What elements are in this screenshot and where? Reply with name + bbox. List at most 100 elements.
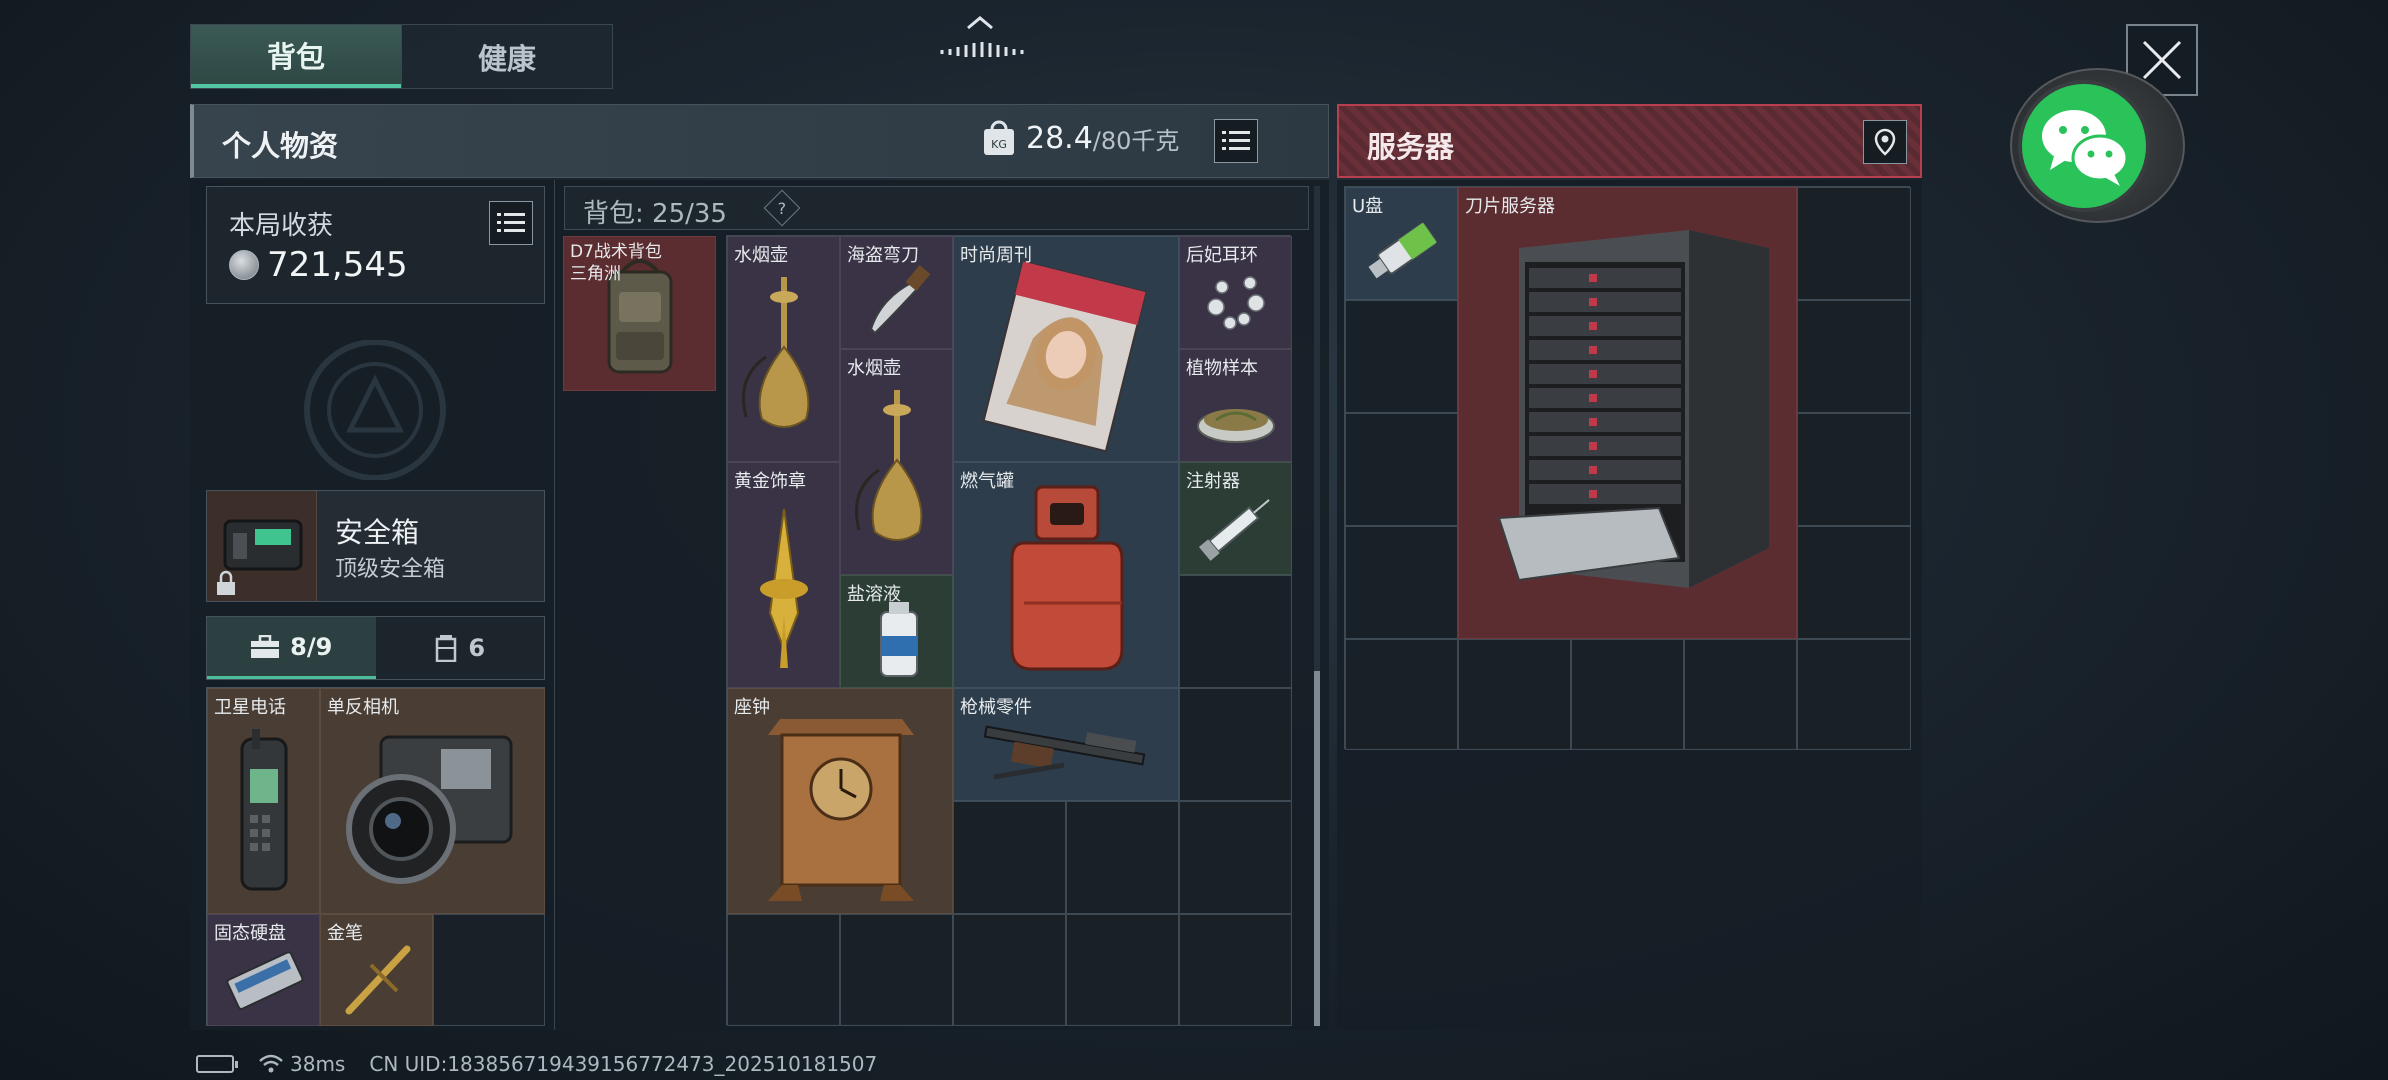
scrollbar-thumb[interactable]: [1314, 671, 1320, 1026]
empty-slot[interactable]: [1571, 639, 1684, 750]
blade-server-icon: [1497, 230, 1769, 588]
empty-slot[interactable]: [1458, 639, 1571, 750]
top-tabs: 背包 健康: [190, 24, 613, 89]
golden-emblem-icon: [760, 508, 808, 668]
hookah-icon: [742, 277, 810, 428]
personal-supplies-title: 个人物资: [222, 129, 339, 163]
item-golden-emblem[interactable]: 黄金饰章: [727, 462, 840, 688]
empty-slot[interactable]: [1345, 300, 1458, 413]
empty-slot[interactable]: [433, 914, 545, 1026]
item-plant-sample[interactable]: 植物样本: [1179, 349, 1292, 462]
server-title: 服务器: [1367, 130, 1455, 164]
item-fashion-magazine[interactable]: 时尚周刊: [953, 236, 1179, 462]
weight-readout: KG 28.4 /80千克: [982, 119, 1179, 157]
wechat-button[interactable]: [2018, 80, 2150, 212]
item-gas-canister[interactable]: 燃气罐: [953, 462, 1179, 688]
pocket-count: 8/9: [290, 632, 333, 661]
empty-slot[interactable]: [1797, 639, 1911, 750]
empty-slot[interactable]: [1797, 413, 1911, 526]
item-gold-pen[interactable]: 金笔: [320, 914, 433, 1026]
wechat-icon: [2042, 110, 2129, 186]
location-pin-icon: [1874, 128, 1896, 156]
empty-slot[interactable]: [1066, 801, 1179, 914]
pocket-grid: 卫星电话 单反相机 固态硬盘 金笔: [206, 687, 545, 1026]
canister-icon: [436, 635, 457, 662]
item-pirate-dagger[interactable]: 海盗弯刀: [840, 236, 953, 349]
empty-slot[interactable]: [1345, 639, 1458, 750]
tab-backpack[interactable]: 背包: [191, 25, 401, 88]
empty-slot[interactable]: [727, 914, 840, 1026]
empty-slot[interactable]: [953, 801, 1066, 914]
loot-list-button[interactable]: [489, 201, 533, 245]
help-icon[interactable]: ?: [763, 189, 801, 227]
empty-slot[interactable]: [1179, 801, 1292, 914]
empty-slot[interactable]: [953, 914, 1066, 1026]
equipped-backpack-slot[interactable]: D7战术背包 三角洲: [563, 236, 716, 391]
satellite-phone-icon: [240, 729, 288, 891]
item-consort-earrings[interactable]: 后妃耳环: [1179, 236, 1292, 349]
backpack-capacity-bar: 背包: 25/35 ?: [564, 186, 1309, 230]
status-bar: 38ms CN UID:183856719439156772473_202510…: [196, 1052, 877, 1076]
item-label: 水烟壶: [847, 358, 901, 379]
backpack-scrollbar[interactable]: [1314, 186, 1320, 1026]
gas-canister-icon: [1010, 485, 1124, 671]
empty-slot[interactable]: [1684, 639, 1797, 750]
item-hookah[interactable]: 水烟壶: [840, 349, 953, 575]
item-ssd[interactable]: 固态硬盘: [207, 914, 320, 1026]
item-label: 燃气罐: [960, 471, 1014, 492]
item-label: 盐溶液: [847, 584, 901, 605]
empty-slot[interactable]: [1797, 300, 1911, 413]
list-icon: [1222, 131, 1250, 150]
safe-box-subtitle: 顶级安全箱: [335, 557, 446, 582]
tab-pockets[interactable]: 8/9: [207, 617, 376, 679]
tab-chest-rig[interactable]: 6: [376, 617, 545, 679]
battery-charging-icon: [196, 1055, 238, 1073]
svg-text:KG: KG: [991, 138, 1007, 151]
empty-slot[interactable]: [1345, 413, 1458, 526]
safe-box-slot[interactable]: 安全箱 顶级安全箱: [206, 490, 545, 602]
item-hookah[interactable]: 水烟壶: [727, 236, 840, 462]
item-gun-parts[interactable]: 枪械零件: [953, 688, 1179, 801]
locate-button[interactable]: [1863, 120, 1907, 164]
safe-box-icon: [217, 519, 303, 595]
item-label: 座钟: [734, 697, 770, 718]
empty-slot[interactable]: [1797, 187, 1911, 300]
item-label: 金笔: [327, 923, 363, 944]
server-header: 服务器: [1337, 104, 1922, 178]
toolbox-icon: [251, 634, 280, 658]
chevron-up-icon[interactable]: [920, 10, 1040, 60]
loot-label: 本局收获: [229, 211, 334, 241]
rig-count: 6: [468, 634, 486, 662]
item-label: 水烟壶: [734, 245, 788, 266]
empty-slot[interactable]: [840, 914, 953, 1026]
session-loot-box: 本局收获 721,545: [206, 186, 545, 304]
kg-weight-icon: KG: [984, 120, 1014, 155]
safe-box-thumbnail: [207, 491, 317, 601]
faction-emblem-watermark: [304, 340, 446, 480]
loot-value: 721,545: [267, 245, 408, 285]
item-syringe[interactable]: 注射器: [1179, 462, 1292, 575]
item-table-clock[interactable]: 座钟: [727, 688, 953, 914]
loot-value-row: 721,545: [229, 245, 408, 285]
empty-slot[interactable]: [1179, 688, 1292, 801]
empty-slot[interactable]: [1797, 526, 1911, 639]
item-usb-drive[interactable]: U盘: [1345, 187, 1458, 300]
empty-slot[interactable]: [1066, 914, 1179, 1026]
item-label: 固态硬盘: [214, 923, 286, 944]
sort-list-button[interactable]: [1214, 119, 1258, 163]
backpack-grid: 水烟壶 海盗弯刀 时尚周刊 后妃耳环 水烟壶 植物样本 黄金饰章 燃气罐 注射器…: [726, 235, 1292, 1026]
item-label: 黄金饰章: [734, 471, 806, 492]
empty-slot[interactable]: [1179, 914, 1292, 1026]
item-saline[interactable]: 盐溶液: [840, 575, 953, 688]
item-label: 海盗弯刀: [847, 245, 919, 266]
tab-health[interactable]: 健康: [401, 25, 612, 88]
item-satellite-phone[interactable]: 卫星电话: [207, 688, 320, 914]
item-blade-server[interactable]: 刀片服务器: [1458, 187, 1797, 639]
item-label: 刀片服务器: [1465, 196, 1555, 217]
empty-slot[interactable]: [1345, 526, 1458, 639]
uid-text: CN UID:183856719439156772473_20251018150…: [369, 1052, 878, 1076]
item-label: 植物样本: [1186, 358, 1258, 379]
empty-slot[interactable]: [1179, 575, 1292, 688]
item-dslr-camera[interactable]: 单反相机: [320, 688, 545, 914]
camera-icon: [346, 735, 513, 884]
